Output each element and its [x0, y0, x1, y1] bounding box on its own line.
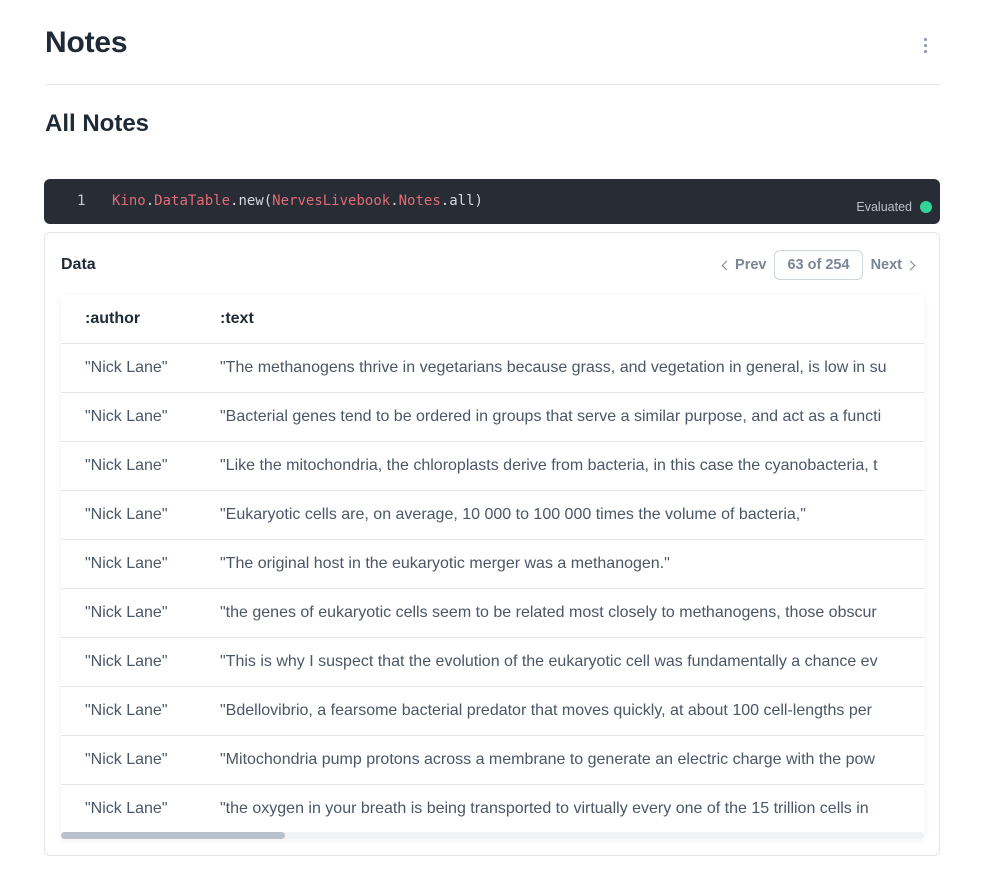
- code-line[interactable]: Kino.DataTable.new(NervesLivebook.Notes.…: [112, 193, 483, 209]
- cell-author: "Nick Lane": [85, 653, 168, 670]
- table-row[interactable]: "Nick Lane" "Mitochondria pump protons a…: [61, 736, 924, 785]
- cell-author: "Nick Lane": [85, 751, 168, 768]
- cell-text: "The methanogens thrive in vegetarians b…: [220, 359, 887, 376]
- cell-text: "Mitochondria pump protons across a memb…: [220, 751, 875, 768]
- table-row[interactable]: "Nick Lane" "Bdellovibrio, a fearsome ba…: [61, 687, 924, 736]
- column-header-text[interactable]: :text: [220, 310, 254, 328]
- horizontal-scrollbar[interactable]: [61, 832, 924, 839]
- cell-author: "Nick Lane": [85, 408, 168, 425]
- chevron-right-icon: [905, 260, 916, 270]
- table-row[interactable]: "Nick Lane" "the oxygen in your breath i…: [61, 785, 924, 834]
- code-token-module: NervesLivebook: [272, 193, 391, 209]
- vertical-dots-icon[interactable]: [916, 34, 934, 56]
- line-number: 1: [77, 193, 86, 209]
- table-row[interactable]: "Nick Lane" "The original host in the eu…: [61, 540, 924, 589]
- cell-author: "Nick Lane": [85, 555, 168, 572]
- pagination: Prev 63 of 254 Next: [720, 250, 917, 280]
- table-row[interactable]: "Nick Lane" "Eukaryotic cells are, on av…: [61, 491, 924, 540]
- cell-text: "the oxygen in your breath is being tran…: [220, 800, 869, 817]
- evaluation-status: Evaluated: [856, 200, 932, 214]
- code-token-call: .all): [440, 193, 483, 209]
- page-indicator: 63 of 254: [774, 250, 863, 280]
- cell-author: "Nick Lane": [85, 506, 168, 523]
- evaluation-status-label: Evaluated: [856, 200, 912, 214]
- prev-page-button[interactable]: Prev: [720, 257, 766, 273]
- section-title: All Notes: [45, 110, 150, 137]
- table-row[interactable]: "Nick Lane" "The methanogens thrive in v…: [61, 344, 924, 393]
- cell-text: "Bdellovibrio, a fearsome bacterial pred…: [220, 702, 872, 719]
- cell-text: "the genes of eukaryotic cells seem to b…: [220, 604, 877, 621]
- next-page-button[interactable]: Next: [871, 257, 917, 273]
- code-token-module: Notes: [398, 193, 441, 209]
- status-dot-icon: [920, 201, 932, 213]
- chevron-left-icon: [721, 260, 732, 270]
- code-token-dot: .: [145, 193, 155, 209]
- cell-text: "This is why I suspect that the evolutio…: [220, 653, 878, 670]
- data-table-output: Data Prev 63 of 254 Next :author :text "…: [44, 232, 940, 856]
- table-row[interactable]: "Nick Lane" "This is why I suspect that …: [61, 638, 924, 687]
- cell-text: "Eukaryotic cells are, on average, 10 00…: [220, 506, 806, 523]
- code-token-module: Kino: [112, 193, 146, 209]
- cell-author: "Nick Lane": [85, 604, 168, 621]
- prev-label: Prev: [735, 257, 767, 273]
- cell-author: "Nick Lane": [85, 457, 168, 474]
- code-token-call: .new(: [230, 193, 273, 209]
- column-header-author[interactable]: :author: [85, 310, 140, 328]
- table-row[interactable]: "Nick Lane" "Like the mitochondria, the …: [61, 442, 924, 491]
- output-label: Data: [61, 256, 96, 273]
- data-table[interactable]: :author :text "Nick Lane" "The methanoge…: [61, 295, 924, 838]
- cell-author: "Nick Lane": [85, 702, 168, 719]
- page-title: Notes: [45, 26, 128, 59]
- next-label: Next: [870, 257, 902, 273]
- title-divider: [45, 84, 940, 85]
- table-row[interactable]: "Nick Lane" "Bacterial genes tend to be …: [61, 393, 924, 442]
- cell-author: "Nick Lane": [85, 359, 168, 376]
- cell-text: "Like the mitochondria, the chloroplasts…: [220, 457, 878, 474]
- cell-author: "Nick Lane": [85, 800, 168, 817]
- scrollbar-thumb[interactable]: [61, 832, 285, 839]
- code-token-dot: .: [390, 193, 399, 209]
- cell-text: "The original host in the eukaryotic mer…: [220, 555, 670, 572]
- code-token-module: DataTable: [154, 193, 231, 209]
- table-header-row: :author :text: [61, 295, 924, 344]
- code-cell[interactable]: 1 Kino.DataTable.new(NervesLivebook.Note…: [44, 179, 940, 224]
- cell-text: "Bacterial genes tend to be ordered in g…: [220, 408, 882, 425]
- table-row[interactable]: "Nick Lane" "the genes of eukaryotic cel…: [61, 589, 924, 638]
